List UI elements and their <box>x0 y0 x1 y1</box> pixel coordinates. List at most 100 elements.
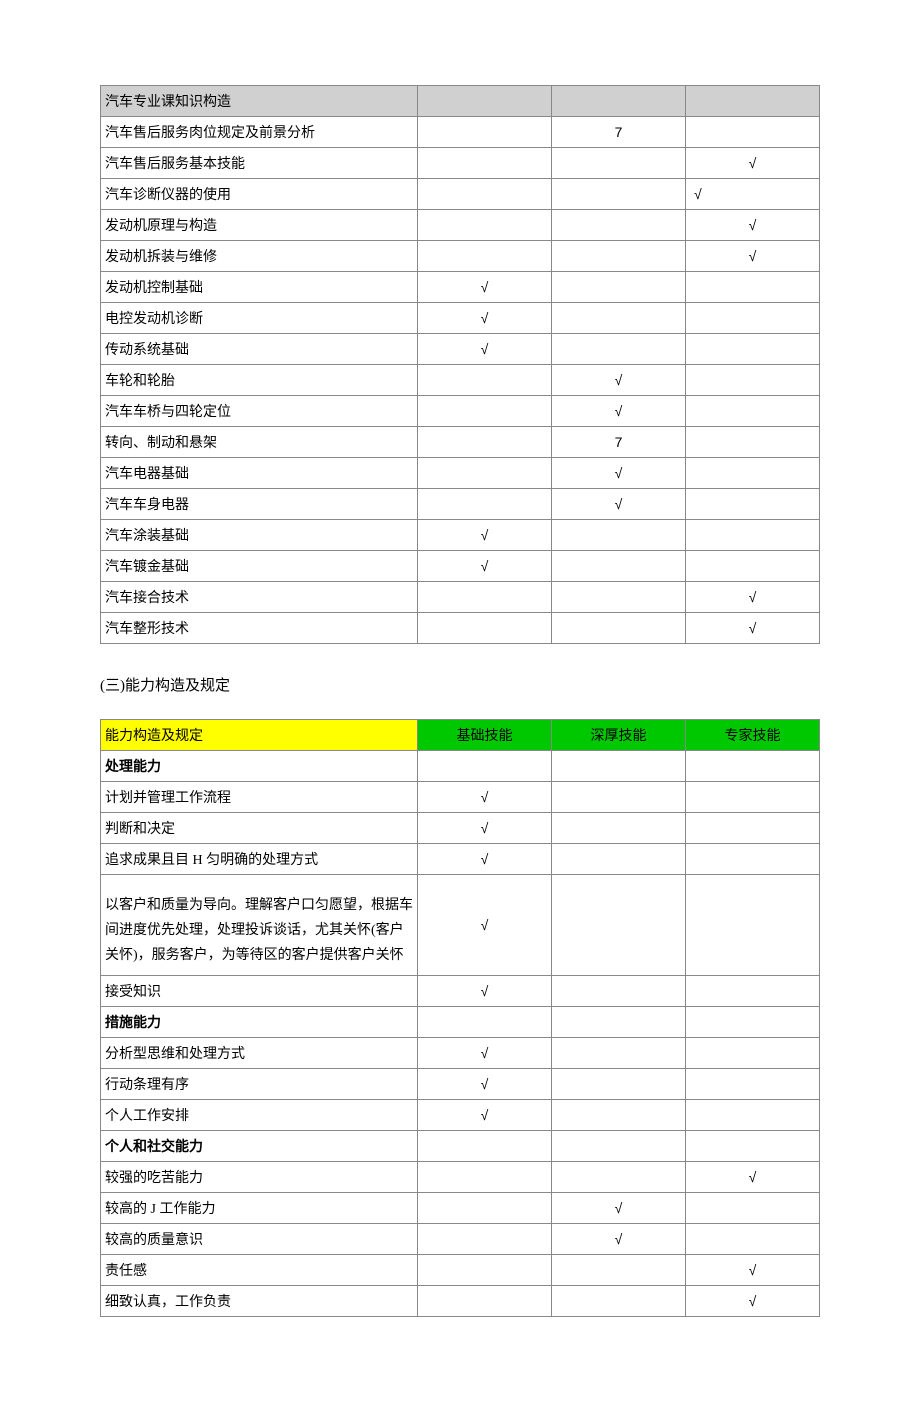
row-c3 <box>685 782 819 813</box>
table-row: 电控发动机诊断√ <box>101 303 820 334</box>
row-c1 <box>418 179 552 210</box>
row-c2: 7 <box>551 117 685 148</box>
table1-header-row: 汽车专业课知识构造 <box>101 86 820 117</box>
table-row: 汽车车身电器√ <box>101 489 820 520</box>
row-c2: √ <box>551 365 685 396</box>
row-c1: √ <box>418 551 552 582</box>
table-row: 以客户和质量为导向。理解客户口匀愿望，根据车间进度优先处理，处理投诉谈话，尤其关… <box>101 875 820 976</box>
table-row: 转向、制动和悬架7 <box>101 427 820 458</box>
row-c3 <box>685 844 819 875</box>
row-label: 传动系统基础 <box>101 334 418 365</box>
row-c1 <box>418 1223 552 1254</box>
row-c3 <box>685 520 819 551</box>
table-row: 汽车整形技术√ <box>101 613 820 644</box>
row-c3 <box>685 117 819 148</box>
table2-header-c1: 基础技能 <box>418 720 552 751</box>
row-c3: √ <box>685 241 819 272</box>
row-label: 追求成果且目 H 匀明确的处理方式 <box>101 844 418 875</box>
row-c2 <box>551 813 685 844</box>
row-label: 汽车涂装基础 <box>101 520 418 551</box>
row-c3 <box>685 751 819 782</box>
row-c2: √ <box>551 489 685 520</box>
row-c2 <box>551 1130 685 1161</box>
row-c3 <box>685 1192 819 1223</box>
row-label: 汽车诊断仪器的使用 <box>101 179 418 210</box>
row-c3 <box>685 489 819 520</box>
row-c2: 7 <box>551 427 685 458</box>
row-c2 <box>551 1254 685 1285</box>
row-c3 <box>685 1099 819 1130</box>
row-c2 <box>551 551 685 582</box>
row-c2 <box>551 148 685 179</box>
table-row: 较强的吃苦能力√ <box>101 1161 820 1192</box>
row-c3 <box>685 427 819 458</box>
row-c1: √ <box>418 813 552 844</box>
row-c1: √ <box>418 303 552 334</box>
row-c3 <box>685 1130 819 1161</box>
row-c3: √ <box>685 148 819 179</box>
row-c2 <box>551 241 685 272</box>
row-label: 汽车电器基础 <box>101 458 418 489</box>
table-row: 个人和社交能力 <box>101 1130 820 1161</box>
row-c3 <box>685 1068 819 1099</box>
table-row: 汽车售后服务肉位规定及前景分析 7 <box>101 117 820 148</box>
table-row: 发动机拆装与维修 √ <box>101 241 820 272</box>
row-label: 措施能力 <box>101 1006 418 1037</box>
row-c2 <box>551 751 685 782</box>
row-c1 <box>418 427 552 458</box>
row-c1: √ <box>418 1099 552 1130</box>
row-c2: √ <box>551 1223 685 1254</box>
row-c1: √ <box>418 1037 552 1068</box>
row-label: 汽车车桥与四轮定位 <box>101 396 418 427</box>
table2-header-row: 能力构造及规定 基础技能 深厚技能 专家技能 <box>101 720 820 751</box>
row-c1: √ <box>418 844 552 875</box>
row-c1: √ <box>418 334 552 365</box>
table1-header-c3 <box>685 86 819 117</box>
row-label: 责任感 <box>101 1254 418 1285</box>
table1-header-c1 <box>418 86 552 117</box>
row-c1: √ <box>418 1068 552 1099</box>
row-c1 <box>418 751 552 782</box>
row-c2 <box>551 210 685 241</box>
row-c2: √ <box>551 458 685 489</box>
row-label: 个人工作安排 <box>101 1099 418 1130</box>
row-c1 <box>418 365 552 396</box>
row-c2 <box>551 875 685 976</box>
row-c2 <box>551 179 685 210</box>
row-c3: √ <box>685 210 819 241</box>
row-c3 <box>685 1037 819 1068</box>
row-c1: √ <box>418 520 552 551</box>
table-row: 处理能力 <box>101 751 820 782</box>
row-c2: √ <box>551 1192 685 1223</box>
row-c3 <box>685 365 819 396</box>
table-row: 汽车诊断仪器的使用√ <box>101 179 820 210</box>
row-c1 <box>418 1006 552 1037</box>
row-label: 个人和社交能力 <box>101 1130 418 1161</box>
section-heading: (三)能力构造及规定 <box>100 674 820 695</box>
table-row: 车轮和轮胎√ <box>101 365 820 396</box>
ability-structure-table: 能力构造及规定 基础技能 深厚技能 专家技能 处理能力计划并管理工作流程√判断和… <box>100 719 820 1317</box>
row-c1 <box>418 613 552 644</box>
row-c3 <box>685 272 819 303</box>
row-c1 <box>418 117 552 148</box>
table-row: 汽车车桥与四轮定位 √ <box>101 396 820 427</box>
table-row: 汽车售后服务基本技能√ <box>101 148 820 179</box>
row-label: 汽车售后服务肉位规定及前景分析 <box>101 117 418 148</box>
table-row: 追求成果且目 H 匀明确的处理方式√ <box>101 844 820 875</box>
table1-header-label: 汽车专业课知识构造 <box>101 86 418 117</box>
row-c1 <box>418 1161 552 1192</box>
table-row: 较高的质量意识√ <box>101 1223 820 1254</box>
row-label: 发动机拆装与维修 <box>101 241 418 272</box>
table-row: 行动条理有序√ <box>101 1068 820 1099</box>
row-c2 <box>551 582 685 613</box>
row-c2: √ <box>551 396 685 427</box>
table2-header-c3: 专家技能 <box>685 720 819 751</box>
row-label: 汽车整形技术 <box>101 613 418 644</box>
row-c2 <box>551 1006 685 1037</box>
table-row: 措施能力 <box>101 1006 820 1037</box>
row-c2 <box>551 1099 685 1130</box>
table-row: 汽车接合技术√ <box>101 582 820 613</box>
row-c2 <box>551 613 685 644</box>
row-c3: √ <box>685 1161 819 1192</box>
table2-header-c2: 深厚技能 <box>551 720 685 751</box>
